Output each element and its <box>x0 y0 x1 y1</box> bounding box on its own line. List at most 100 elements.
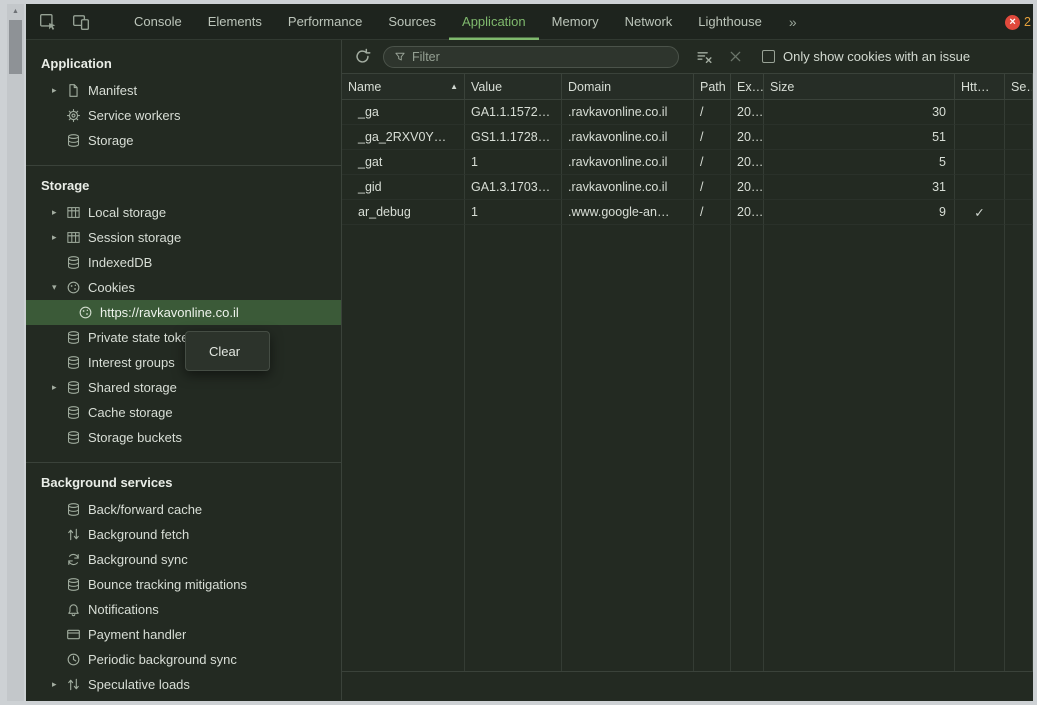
context-menu-item-clear[interactable]: Clear <box>186 332 269 370</box>
sidebar-item-speculative-loads[interactable]: ▸Speculative loads <box>26 672 341 697</box>
clear-all-cookies-icon[interactable] <box>696 48 713 65</box>
db-icon <box>66 255 81 270</box>
cell-domain: .ravkavonline.co.il <box>562 150 694 175</box>
filler-cell <box>764 225 955 671</box>
table-row[interactable]: ar_debug1.www.google-an…/20…9✓ <box>342 200 1033 225</box>
sidebar-item-storage[interactable]: Storage <box>26 128 341 153</box>
page-scrollbar[interactable]: ▲ <box>7 4 24 701</box>
error-count: 2 <box>1024 15 1031 29</box>
sidebar-item-label: Background fetch <box>88 527 189 542</box>
sidebar-item-label: Bounce tracking mitigations <box>88 577 247 592</box>
tab-performance[interactable]: Performance <box>275 4 375 40</box>
filler-cell <box>955 225 1005 671</box>
column-header-domain[interactable]: Domain <box>562 74 694 99</box>
tab-console[interactable]: Console <box>121 4 195 40</box>
refresh-icon[interactable] <box>354 48 371 65</box>
tab-memory[interactable]: Memory <box>539 4 612 40</box>
error-badge[interactable]: × <box>1005 15 1020 30</box>
sidebar-item-indexeddb[interactable]: IndexedDB <box>26 250 341 275</box>
column-header-name[interactable]: Name ▲ <box>342 74 465 99</box>
sidebar-item-cookies[interactable]: ▾Cookies <box>26 275 341 300</box>
sidebar-item-back-forward-cache[interactable]: Back/forward cache <box>26 497 341 522</box>
cell-expires: 20… <box>731 125 764 150</box>
chevron-right-icon[interactable]: ▸ <box>52 85 66 96</box>
sidebar-item-label: Storage buckets <box>88 430 182 445</box>
filter-input[interactable] <box>412 50 668 64</box>
devtools-window: ConsoleElementsPerformanceSourcesApplica… <box>26 4 1033 701</box>
sidebar-item-background-fetch[interactable]: Background fetch <box>26 522 341 547</box>
column-header-value[interactable]: Value <box>465 74 562 99</box>
sidebar-item-background-sync[interactable]: Background sync <box>26 547 341 572</box>
sidebar-item-payment-handler[interactable]: Payment handler <box>26 622 341 647</box>
sidebar-item-private-state-tokens[interactable]: Private state tokens <box>26 325 341 350</box>
sidebar-item-label: Interest groups <box>88 355 175 370</box>
table-row[interactable]: _gidGA1.3.1703….ravkavonline.co.il/20…31 <box>342 175 1033 200</box>
column-header-label: Name <box>348 80 381 94</box>
cookie-icon <box>66 280 81 295</box>
only-issue-checkbox[interactable] <box>762 50 775 63</box>
sidebar-item-notifications[interactable]: Notifications <box>26 597 341 622</box>
column-header-path[interactable]: Path <box>694 74 731 99</box>
cell-value: GA1.3.1703… <box>465 175 562 200</box>
sidebar-item-manifest[interactable]: ▸ Manifest <box>26 78 341 103</box>
cell-value: GA1.1.1572… <box>465 100 562 125</box>
sync-icon <box>66 552 81 567</box>
sidebar-item-label: Local storage <box>88 205 166 220</box>
sidebar-item-service-workers[interactable]: Service workers <box>26 103 341 128</box>
section-title-background-services: Background services <box>26 475 341 497</box>
tab-network[interactable]: Network <box>612 4 686 40</box>
sidebar-item-label: Manifest <box>88 83 137 98</box>
sidebar-item-https-ravkavonline-co-il[interactable]: https://ravkavonline.co.il <box>26 300 341 325</box>
table-row[interactable]: _ga_2RXV0Y…GS1.1.1728….ravkavonline.co.i… <box>342 125 1033 150</box>
chevron-right-icon[interactable]: ▸ <box>52 232 66 243</box>
device-toolbar-icon[interactable] <box>72 13 90 31</box>
chevron-right-icon[interactable]: ▸ <box>52 382 66 393</box>
tab-elements[interactable]: Elements <box>195 4 275 40</box>
cell-name: ar_debug <box>342 200 465 225</box>
sort-ascending-icon: ▲ <box>447 82 458 91</box>
sidebar-item-periodic-background-sync[interactable]: Periodic background sync <box>26 647 341 672</box>
column-header-size[interactable]: Size <box>764 74 955 99</box>
cell-secure <box>1005 125 1033 150</box>
cell-http_only: ✓ <box>955 200 1005 225</box>
table-row[interactable]: _gat1.ravkavonline.co.il/20…5 <box>342 150 1033 175</box>
chevron-right-icon[interactable]: ▸ <box>52 679 66 690</box>
column-header-ex[interactable]: Ex… <box>731 74 764 99</box>
sidebar-item-cache-storage[interactable]: Cache storage <box>26 400 341 425</box>
db-icon <box>66 502 81 517</box>
cell-domain: .ravkavonline.co.il <box>562 100 694 125</box>
cell-value: 1 <box>465 150 562 175</box>
error-badge-area: × 2 <box>1005 4 1031 40</box>
filter-pill[interactable] <box>383 46 679 68</box>
sidebar-item-bounce-tracking-mitigations[interactable]: Bounce tracking mitigations <box>26 572 341 597</box>
sidebar-item-interest-groups[interactable]: Interest groups <box>26 350 341 375</box>
delete-selected-icon[interactable] <box>728 49 743 64</box>
chevron-right-icon[interactable]: ▸ <box>52 207 66 218</box>
more-tabs-chevron-icon[interactable]: » <box>789 14 797 30</box>
scrollbar-thumb[interactable] <box>9 20 22 74</box>
scrollbar-up-icon[interactable]: ▲ <box>7 4 24 18</box>
sidebar-item-session-storage[interactable]: ▸Session storage <box>26 225 341 250</box>
cookie-preview-pane <box>342 671 1033 700</box>
tab-application[interactable]: Application <box>449 4 539 40</box>
cell-name: _ga_2RXV0Y… <box>342 125 465 150</box>
tab-sources[interactable]: Sources <box>375 4 449 40</box>
column-header-se[interactable]: Se… <box>1005 74 1033 99</box>
inspect-element-icon[interactable] <box>39 13 57 31</box>
db-icon <box>66 133 81 148</box>
only-issue-checkbox-label[interactable]: Only show cookies with an issue <box>783 49 970 64</box>
chevron-down-icon[interactable]: ▾ <box>52 282 66 293</box>
cell-domain: .ravkavonline.co.il <box>562 175 694 200</box>
sidebar-item-label: https://ravkavonline.co.il <box>100 305 239 320</box>
column-header-label: Domain <box>568 80 611 94</box>
cell-expires: 20… <box>731 150 764 175</box>
cell-value: 1 <box>465 200 562 225</box>
table-row[interactable]: _gaGA1.1.1572….ravkavonline.co.il/20…30 <box>342 100 1033 125</box>
sidebar-item-storage-buckets[interactable]: Storage buckets <box>26 425 341 450</box>
tab-lighthouse[interactable]: Lighthouse <box>685 4 775 40</box>
column-header-htt[interactable]: Htt… <box>955 74 1005 99</box>
filler-cell <box>694 225 731 671</box>
column-header-label: Ex… <box>737 80 764 94</box>
sidebar-item-shared-storage[interactable]: ▸Shared storage <box>26 375 341 400</box>
sidebar-item-local-storage[interactable]: ▸ Local storage <box>26 200 341 225</box>
